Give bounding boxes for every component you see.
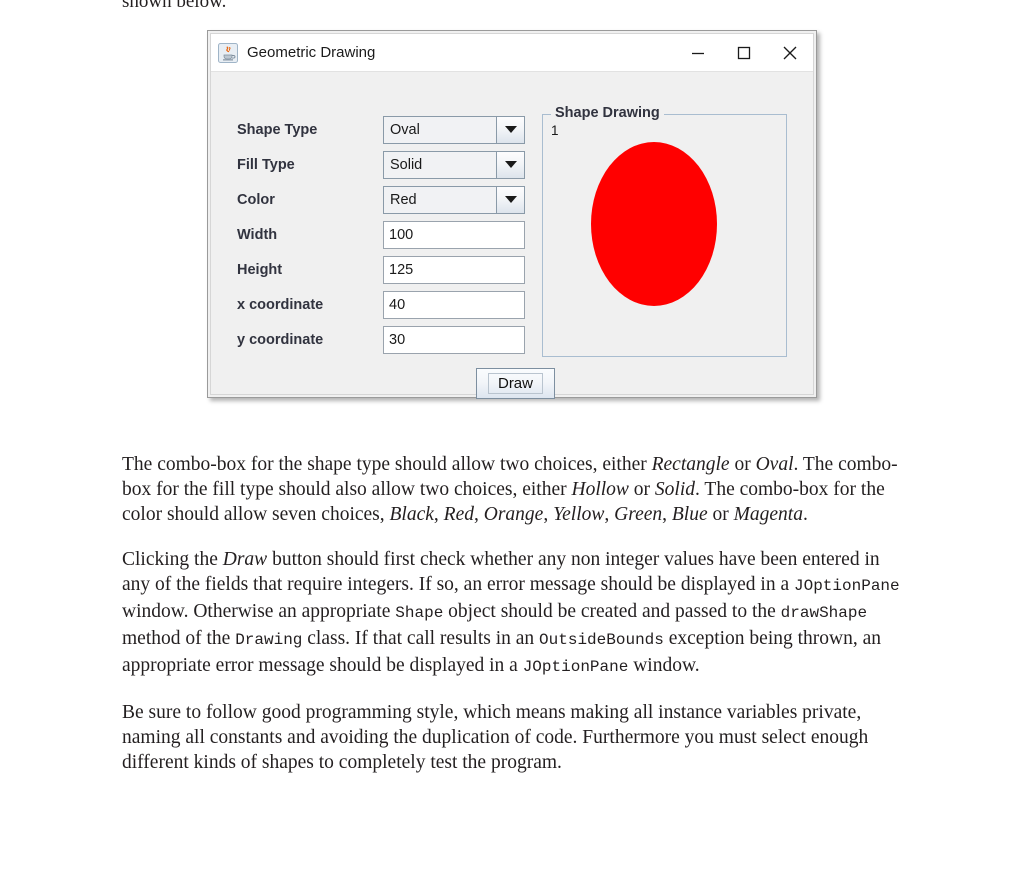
x-coordinate-value: 40 <box>389 296 406 313</box>
width-input[interactable]: 100 <box>383 220 525 249</box>
p2-text-3: window. Otherwise an appropriate <box>122 601 396 622</box>
shape-drawing-panel: Shape Drawing 1 <box>542 105 787 357</box>
p2-code-drawing: Drawing <box>235 631 303 649</box>
height-value: 125 <box>389 261 414 278</box>
label-fill-type: Fill Type <box>237 156 295 173</box>
minimize-icon[interactable] <box>675 34 721 71</box>
p1-text-12: . <box>802 504 808 525</box>
form-row-height: Height 125 <box>237 252 557 287</box>
p1-em-solid: Solid <box>654 479 696 500</box>
p1-em-yellow: Yellow <box>553 504 605 525</box>
p2-code-shape: Shape <box>395 604 444 622</box>
width-value: 100 <box>389 226 414 243</box>
shape-type-value: Oval <box>390 121 420 138</box>
p1-text-4: or <box>628 479 655 500</box>
java-coffee-cup-icon <box>218 42 238 63</box>
form-row-color: Color Red <box>237 182 557 217</box>
p1-text-11: or <box>707 504 734 525</box>
y-coordinate-value: 30 <box>389 331 406 348</box>
p2-text-5: method of the <box>122 628 236 649</box>
label-x-coordinate: x coordinate <box>237 296 324 313</box>
p2-text-6: class. If that call results in an <box>302 628 540 649</box>
clipped-top-text: shown below. <box>122 0 227 12</box>
chevron-down-icon[interactable] <box>496 151 524 178</box>
paragraph-combo-boxes: The combo-box for the shape type should … <box>122 452 904 527</box>
p1-em-rectangle: Rectangle <box>651 454 730 475</box>
p1-text-10: , <box>662 504 672 525</box>
label-height: Height <box>237 261 283 278</box>
application-window: Geometric Drawing Shape Type Oval Fill T… <box>207 30 817 399</box>
p1-text-9: , <box>604 504 615 525</box>
fill-type-value: Solid <box>390 156 423 173</box>
label-y-coordinate: y coordinate <box>237 331 324 348</box>
paragraph-draw-behavior: Clicking the Draw button should first ch… <box>122 547 904 680</box>
window-title: Geometric Drawing <box>247 44 376 61</box>
p2-text-4: object should be created and passed to t… <box>443 601 781 622</box>
fill-type-combobox[interactable]: Solid <box>383 150 525 179</box>
document-body: The combo-box for the shape type should … <box>122 452 904 795</box>
window-inner-frame: Geometric Drawing Shape Type Oval Fill T… <box>210 33 814 399</box>
label-color: Color <box>237 191 275 208</box>
chevron-down-icon[interactable] <box>496 186 524 213</box>
shape-type-combobox[interactable]: Oval <box>383 115 525 144</box>
p2-code-joptionpane-2: JOptionPane <box>522 658 629 676</box>
p1-em-green: Green <box>614 504 663 525</box>
shape-form: Shape Type Oval Fill Type Solid Color Re… <box>237 112 557 357</box>
maximize-icon[interactable] <box>721 34 767 71</box>
paragraph-programming-style: Be sure to follow good programming style… <box>122 702 869 773</box>
p2-code-outsidebounds: OutsideBounds <box>539 631 664 649</box>
form-row-width: Width 100 <box>237 217 557 252</box>
p1-em-blue: Blue <box>671 504 708 525</box>
p2-code-drawshape: drawShape <box>780 604 868 622</box>
p1-text-2: or <box>729 454 756 475</box>
form-row-y-coordinate: y coordinate 30 <box>237 322 557 357</box>
draw-button[interactable]: Draw <box>476 368 555 399</box>
draw-button-label: Draw <box>487 373 543 394</box>
p1-em-hollow: Hollow <box>571 479 629 500</box>
p1-em-orange: Orange <box>483 504 544 525</box>
height-input[interactable]: 125 <box>383 255 525 284</box>
p2-code-joptionpane-1: JOptionPane <box>794 577 900 595</box>
color-value: Red <box>390 191 417 208</box>
form-row-fill-type: Fill Type Solid <box>237 147 557 182</box>
window-controls <box>675 34 813 71</box>
shape-drawing-panel-title: Shape Drawing <box>551 105 664 121</box>
p2-text-1: Clicking the <box>122 549 223 570</box>
close-icon[interactable] <box>767 34 813 71</box>
p1-text-6: , <box>433 504 444 525</box>
p1-em-oval: Oval <box>755 454 794 475</box>
p1-em-magenta: Magenta <box>733 504 803 525</box>
color-combobox[interactable]: Red <box>383 185 525 214</box>
p1-text-8: , <box>543 504 554 525</box>
y-coordinate-input[interactable]: 30 <box>383 325 525 354</box>
chevron-down-icon[interactable] <box>496 116 524 143</box>
form-row-x-coordinate: x coordinate 40 <box>237 287 557 322</box>
label-width: Width <box>237 226 278 243</box>
p1-text-1: The combo-box for the shape type should … <box>122 454 652 475</box>
window-titlebar[interactable]: Geometric Drawing <box>211 34 813 72</box>
x-coordinate-input[interactable]: 40 <box>383 290 525 319</box>
window-content: Shape Type Oval Fill Type Solid Color Re… <box>211 72 813 399</box>
p1-em-black: Black <box>389 504 434 525</box>
label-shape-type: Shape Type <box>237 121 318 138</box>
p1-text-7: , <box>473 504 484 525</box>
form-row-shape-type: Shape Type Oval <box>237 112 557 147</box>
p2-em-draw: Draw <box>222 549 268 570</box>
shape-count-label: 1 <box>551 123 559 138</box>
p2-text-8: window. <box>628 655 700 676</box>
p1-em-red: Red <box>443 504 474 525</box>
drawn-oval-shape <box>591 142 717 306</box>
